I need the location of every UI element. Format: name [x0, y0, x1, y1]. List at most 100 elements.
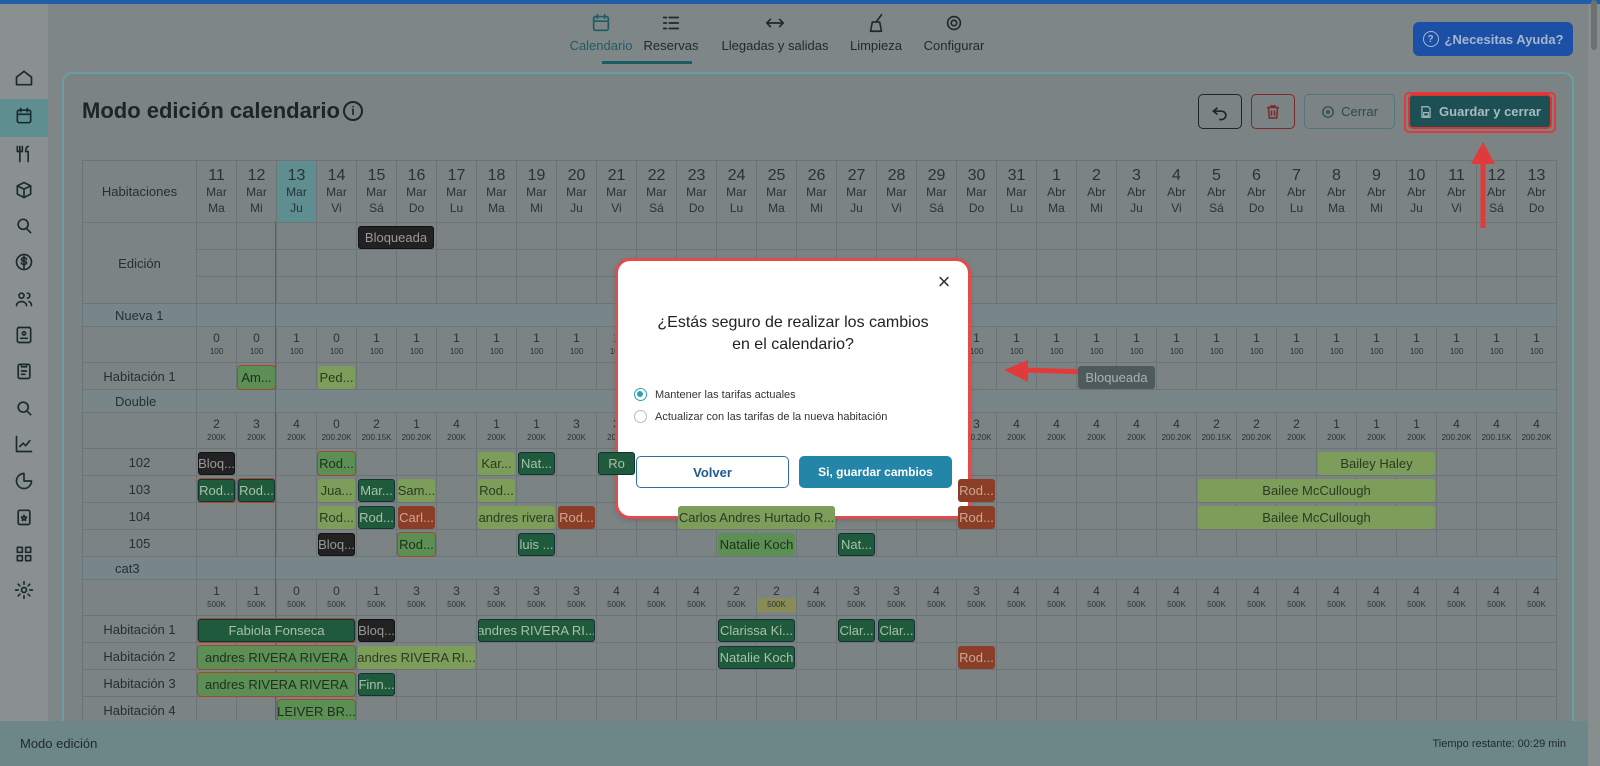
room-day-cell[interactable]: Rod...	[316, 502, 357, 530]
blocked-booking[interactable]: Bloqueada	[358, 226, 434, 249]
room-day-cell[interactable]: Clarissa Ki...	[716, 615, 795, 643]
booking-bar[interactable]: Finn...	[358, 673, 395, 696]
room-day-cell[interactable]: Rod...	[236, 475, 277, 503]
booking-bar[interactable]: Am...	[238, 366, 275, 389]
room-day-cell[interactable]: LEIVER BR...	[276, 696, 355, 720]
booking-bar[interactable]: Natalie Koch	[718, 646, 795, 669]
booking-bar[interactable]: Rod...	[478, 479, 515, 502]
room-day-cell[interactable]: Rod...	[196, 475, 237, 503]
room-day-cell[interactable]: Carl...	[396, 502, 437, 530]
booking-bar[interactable]: Rod...	[358, 506, 395, 529]
booking-bar[interactable]: andres RIVERA RI...	[358, 646, 475, 669]
booking-bar[interactable]: andres RIVERA RI...	[478, 619, 595, 642]
booking-bar[interactable]: Jua...	[318, 479, 355, 502]
room-day-cell[interactable]: Bloqueada	[1076, 362, 1155, 390]
room-day-cell[interactable]: Rod...	[956, 502, 997, 530]
room-day-cell[interactable]: andres RIVERA RI...	[356, 642, 475, 670]
confirm-dialog: × ¿Estás seguro de realizar los cambios …	[618, 261, 968, 516]
booking-bar[interactable]: Bloq...	[198, 452, 235, 475]
room-day-cell[interactable]: luis ...	[516, 529, 557, 557]
room-day-cell[interactable]: Bailey Haley	[1316, 448, 1435, 476]
booking-bar[interactable]: Carlos Andres Hurtado R...	[678, 506, 835, 529]
room-day-cell[interactable]: Carlos Andres Hurtado R...	[676, 502, 835, 530]
edit-cell[interactable]: Bloqueada	[356, 222, 434, 250]
room-day-cell[interactable]: Mar...	[356, 475, 397, 503]
booking-bar[interactable]: Rod...	[318, 506, 355, 529]
booking-bar[interactable]: Clarissa Ki...	[718, 619, 795, 642]
cancel-button[interactable]: Volver	[636, 456, 789, 488]
room-day-cell[interactable]: Kar...	[476, 448, 517, 476]
booking-bar[interactable]: andres RIVERA RIVERA	[198, 673, 355, 696]
close-icon[interactable]: ×	[934, 271, 954, 293]
room-day-cell[interactable]: Rod...	[316, 448, 357, 476]
booking-bar[interactable]: Bailey Haley	[1318, 452, 1435, 475]
booking-bar[interactable]: luis ...	[518, 533, 555, 556]
radio-update-rates[interactable]	[634, 410, 647, 423]
booking-bar[interactable]: andres rivera	[478, 506, 555, 529]
booking-bar[interactable]: Rod...	[958, 506, 995, 529]
room-day-cell[interactable]: Fabiola Fonseca	[196, 615, 355, 643]
booking-bar[interactable]: Ped...	[318, 366, 355, 389]
booking-bar[interactable]: Clar...	[838, 619, 875, 642]
booking-bar[interactable]: Nat...	[518, 452, 555, 475]
room-day-cell[interactable]: andres RIVERA RIVERA	[196, 669, 355, 697]
booking-bar[interactable]: Rod...	[398, 533, 435, 556]
booking-bar[interactable]: Bloqueada	[1078, 366, 1155, 389]
booking-bar[interactable]: Rod...	[958, 479, 995, 502]
room-day-cell[interactable]: Sam...	[396, 475, 437, 503]
room-day-cell[interactable]: Bloq...	[316, 529, 357, 557]
booking-bar[interactable]: Rod...	[318, 452, 355, 475]
room-day-cell[interactable]: Nat...	[836, 529, 877, 557]
room-day-cell[interactable]: Bloq...	[196, 448, 237, 476]
room-day-cell[interactable]: andres RIVERA RI...	[476, 615, 595, 643]
room-day-cell[interactable]: Nat...	[516, 448, 557, 476]
room-day-cell[interactable]: andres RIVERA RIVERA	[196, 642, 355, 670]
room-day-cell[interactable]: Rod...	[396, 529, 437, 557]
room-day-cell[interactable]: Bailee McCullough	[1196, 502, 1435, 530]
booking-bar[interactable]: Clar...	[878, 619, 915, 642]
booking-bar[interactable]: Rod...	[198, 479, 235, 502]
room-day-cell[interactable]: Ro	[596, 448, 637, 476]
option-keep-rates[interactable]: Mantener las tarifas actuales	[634, 388, 796, 401]
confirm-save-button[interactable]: Si, guardar cambios	[799, 456, 952, 488]
booking-bar[interactable]: Ro	[598, 452, 635, 475]
booking-bar[interactable]: Rod...	[238, 479, 275, 502]
booking-bar[interactable]: Sam...	[398, 479, 435, 502]
scrollbar[interactable]	[1588, 4, 1600, 766]
room-day-cell[interactable]: Jua...	[316, 475, 357, 503]
booking-bar[interactable]: Carl...	[398, 506, 435, 529]
booking-bar[interactable]: LEIVER BR...	[278, 700, 355, 720]
edit-mode-footer: Modo edición Tiempo restante: 00:29 min	[0, 721, 1588, 766]
booking-bar[interactable]: Bloq...	[318, 533, 355, 556]
option-update-rates[interactable]: Actualizar con las tarifas de la nueva h…	[634, 410, 887, 423]
booking-bar[interactable]: Fabiola Fonseca	[198, 619, 355, 642]
booking-bar[interactable]: Rod...	[958, 646, 995, 669]
room-day-cell[interactable]: Rod...	[956, 642, 997, 670]
dialog-title: ¿Estás seguro de realizar los cambios en…	[657, 314, 929, 353]
room-day-cell[interactable]: Ped...	[316, 362, 357, 390]
room-day-cell[interactable]: Bailee McCullough	[1196, 475, 1435, 503]
booking-bar[interactable]: Bloq...	[358, 619, 395, 642]
room-day-cell[interactable]: Am...	[236, 362, 277, 390]
room-day-cell[interactable]: Natalie Koch	[716, 529, 795, 557]
booking-bar[interactable]: Nat...	[838, 533, 875, 556]
booking-bar[interactable]: andres RIVERA RIVERA	[198, 646, 355, 669]
scrollbar-thumb[interactable]	[1591, 0, 1597, 50]
room-day-cell[interactable]: Rod...	[476, 475, 517, 503]
booking-bar[interactable]: Kar...	[478, 452, 515, 475]
booking-bar[interactable]: Natalie Koch	[718, 533, 795, 556]
booking-bar[interactable]: Bailee McCullough	[1198, 479, 1435, 502]
room-day-cell[interactable]: Rod...	[556, 502, 597, 530]
room-day-cell[interactable]: Clar...	[876, 615, 917, 643]
room-day-cell[interactable]: Finn...	[356, 669, 397, 697]
booking-bar[interactable]: Mar...	[358, 479, 395, 502]
booking-bar[interactable]: Rod...	[558, 506, 595, 529]
room-day-cell[interactable]: Natalie Koch	[716, 642, 795, 670]
room-day-cell[interactable]: Rod...	[956, 475, 997, 503]
radio-keep-rates[interactable]	[634, 388, 647, 401]
room-day-cell[interactable]: Clar...	[836, 615, 877, 643]
room-day-cell[interactable]: andres rivera	[476, 502, 555, 530]
room-day-cell[interactable]: Rod...	[356, 502, 397, 530]
room-day-cell[interactable]: Bloq...	[356, 615, 397, 643]
booking-bar[interactable]: Bailee McCullough	[1198, 506, 1435, 529]
